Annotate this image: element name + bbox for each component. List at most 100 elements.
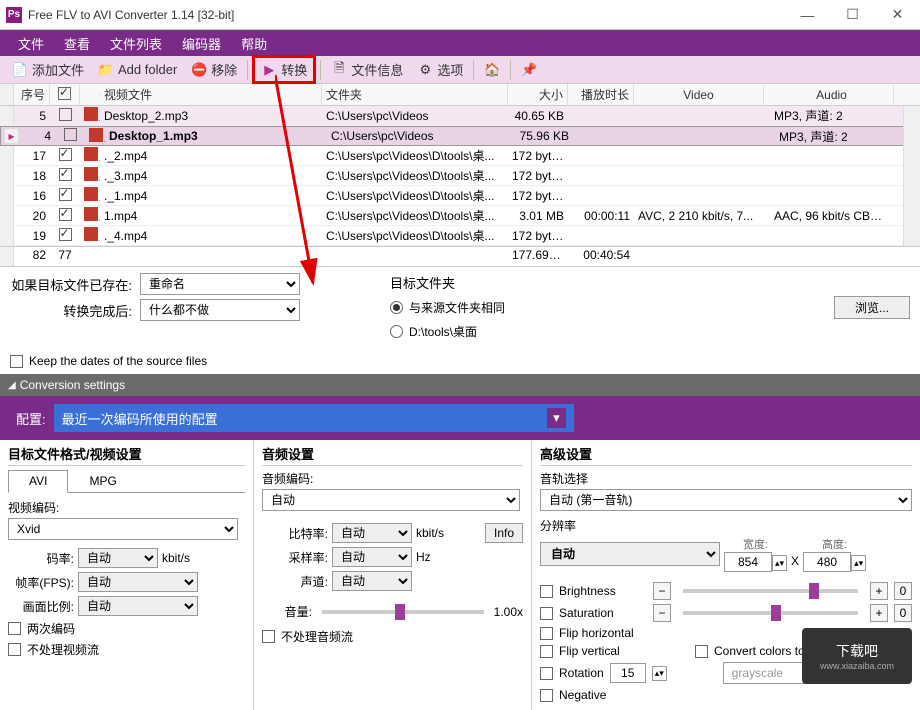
check-all[interactable]: [58, 87, 71, 100]
maximize-button[interactable]: ☐: [830, 0, 875, 30]
volume-slider[interactable]: [322, 610, 484, 614]
channels-select[interactable]: 自动: [332, 571, 412, 591]
twopass-label: 两次编码: [27, 620, 75, 637]
rotation-checkbox[interactable]: [540, 667, 553, 680]
separator: [247, 60, 248, 80]
scrollbar[interactable]: [903, 106, 920, 246]
options-button[interactable]: ⚙ 选项: [411, 58, 469, 81]
cell-folder: C:\Users\pc\Videos\D\tools\桌...: [322, 226, 508, 245]
negative-checkbox[interactable]: [540, 689, 553, 702]
convert-colors-checkbox[interactable]: [695, 645, 708, 658]
cell-check[interactable]: [50, 227, 80, 245]
col-audio[interactable]: Audio: [764, 86, 894, 104]
file-info-button[interactable]: 🗎 文件信息: [325, 58, 409, 81]
aspect-select[interactable]: 自动: [78, 596, 198, 616]
negative-label: Negative: [559, 688, 606, 702]
skip-audio-checkbox[interactable]: [262, 630, 275, 643]
dest-path-radio[interactable]: [390, 325, 403, 338]
brightness-minus[interactable]: −: [653, 582, 671, 600]
cell-check[interactable]: [50, 147, 80, 165]
width-spinner[interactable]: ▴▾: [772, 555, 787, 571]
saturation-checkbox[interactable]: [540, 607, 553, 620]
footer-count: 77: [50, 247, 80, 266]
flipv-checkbox[interactable]: [540, 645, 553, 658]
col-seq[interactable]: 序号: [14, 84, 50, 105]
video-enc-select[interactable]: Xvid: [8, 518, 238, 540]
config-select[interactable]: 最近一次编码所使用的配置: [54, 404, 574, 432]
col-folder[interactable]: 文件夹: [322, 84, 508, 105]
width-input[interactable]: [724, 552, 772, 572]
home-button[interactable]: 🏠: [478, 60, 506, 80]
pin-button[interactable]: 📌: [515, 60, 543, 80]
table-row[interactable]: ▸4Desktop_1.mp3C:\Users\pc\Videos75.96 K…: [0, 126, 920, 146]
brightness-plus[interactable]: +: [870, 582, 888, 600]
twopass-checkbox[interactable]: [8, 622, 21, 635]
height-input[interactable]: [803, 552, 851, 572]
volume-value: 1.00x: [494, 605, 523, 619]
table-header: 序号 视频文件 文件夹 大小 播放时长 Video Audio: [0, 84, 920, 106]
rotation-input[interactable]: [610, 663, 646, 683]
video-settings: 目标文件格式/视频设置 AVI MPG 视频编码: Xvid 码率: 自动 kb…: [0, 440, 254, 710]
after-select[interactable]: 什么都不做: [140, 299, 300, 321]
minimize-button[interactable]: —: [785, 0, 830, 30]
cell-check[interactable]: [50, 107, 80, 125]
res-select[interactable]: 自动: [540, 542, 720, 566]
height-spinner[interactable]: ▴▾: [851, 555, 866, 571]
track-select[interactable]: 自动 (第一音轨): [540, 489, 912, 511]
table-row[interactable]: 5Desktop_2.mp3C:\Users\pc\Videos40.65 KB…: [0, 106, 920, 126]
cell-check[interactable]: [55, 127, 85, 145]
table-row[interactable]: 17._2.mp4C:\Users\pc\Videos\D\tools\桌...…: [0, 146, 920, 166]
dest-same-radio[interactable]: [390, 301, 403, 314]
cell-dur: [568, 155, 634, 157]
browse-button[interactable]: 浏览...: [834, 296, 910, 319]
if-exists-select[interactable]: 重命名: [140, 273, 300, 295]
abitrate-select[interactable]: 自动: [332, 523, 412, 543]
convert-button[interactable]: ▶ 转换: [252, 55, 316, 84]
saturation-reset[interactable]: 0: [894, 604, 912, 622]
menu-help[interactable]: 帮助: [231, 30, 277, 57]
menu-filelist[interactable]: 文件列表: [100, 30, 172, 57]
menu-file[interactable]: 文件: [8, 30, 54, 57]
fps-select[interactable]: 自动: [78, 572, 198, 592]
brightness-reset[interactable]: 0: [894, 582, 912, 600]
brightness-checkbox[interactable]: [540, 585, 553, 598]
menu-view[interactable]: 查看: [54, 30, 100, 57]
tab-avi[interactable]: AVI: [8, 470, 68, 493]
col-file[interactable]: 视频文件: [100, 84, 322, 105]
keep-dates-checkbox[interactable]: [10, 355, 23, 368]
cell-dur: 00:00:11: [568, 208, 634, 224]
col-size[interactable]: 大小: [508, 84, 568, 105]
close-button[interactable]: ✕: [875, 0, 920, 30]
remove-button[interactable]: ⛔ 移除: [185, 58, 243, 81]
col-duration[interactable]: 播放时长: [568, 84, 634, 105]
saturation-slider[interactable]: [683, 611, 858, 615]
tab-mpg[interactable]: MPG: [68, 470, 137, 492]
table-row[interactable]: 18._3.mp4C:\Users\pc\Videos\D\tools\桌...…: [0, 166, 920, 186]
cell-seq: 17: [14, 148, 50, 164]
info-button[interactable]: Info: [485, 523, 523, 543]
add-file-button[interactable]: 📄 添加文件: [6, 58, 90, 81]
col-video[interactable]: Video: [634, 86, 764, 104]
bitrate-select[interactable]: 自动: [78, 548, 158, 568]
cell-check[interactable]: [50, 167, 80, 185]
cell-audio: [764, 235, 894, 237]
brightness-slider[interactable]: [683, 589, 858, 593]
fliph-checkbox[interactable]: [540, 627, 553, 640]
table-row[interactable]: 19._4.mp4C:\Users\pc\Videos\D\tools\桌...…: [0, 226, 920, 246]
sample-select[interactable]: 自动: [332, 547, 412, 567]
saturation-minus[interactable]: −: [653, 604, 671, 622]
audio-enc-select[interactable]: 自动: [262, 489, 520, 511]
add-folder-button[interactable]: 📁 Add folder: [92, 60, 183, 80]
conversion-settings-header[interactable]: Conversion settings: [0, 374, 920, 396]
menu-encoder[interactable]: 编码器: [172, 30, 231, 57]
table-row[interactable]: 201.mp4C:\Users\pc\Videos\D\tools\桌...3.…: [0, 206, 920, 226]
rotation-spinner[interactable]: ▴▾: [652, 666, 667, 681]
cell-check[interactable]: [50, 187, 80, 205]
table-row[interactable]: 16._1.mp4C:\Users\pc\Videos\D\tools\桌...…: [0, 186, 920, 206]
col-check[interactable]: [50, 85, 80, 105]
table-body[interactable]: 5Desktop_2.mp3C:\Users\pc\Videos40.65 KB…: [0, 106, 920, 246]
skip-video-checkbox[interactable]: [8, 643, 21, 656]
row-marker: [0, 166, 14, 185]
cell-check[interactable]: [50, 207, 80, 225]
saturation-plus[interactable]: +: [870, 604, 888, 622]
